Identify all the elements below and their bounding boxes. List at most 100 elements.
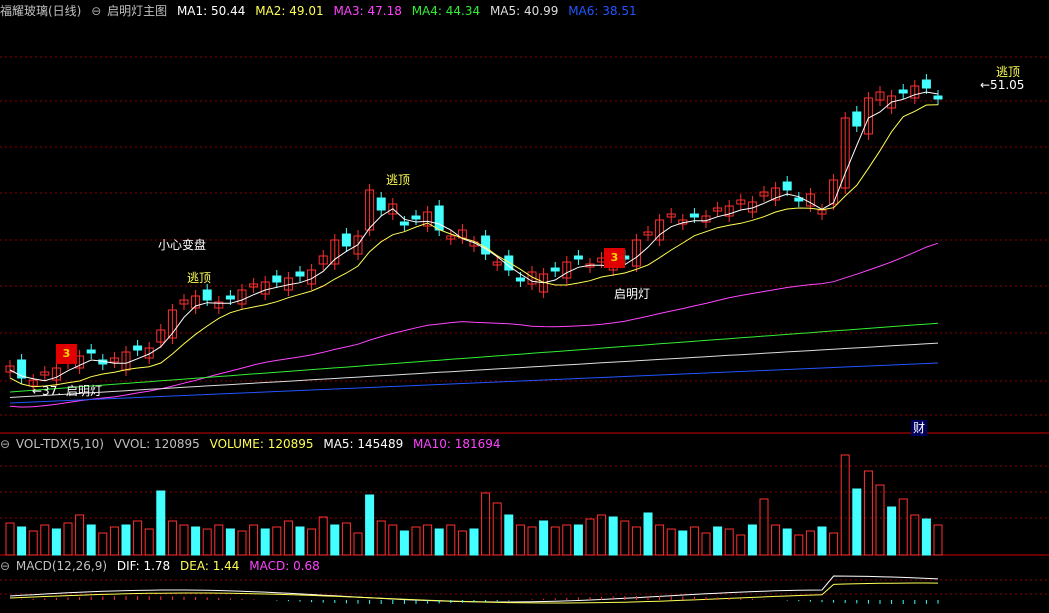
low-lamp-label: 启明灯: [66, 384, 103, 398]
candle-body: [921, 79, 931, 89]
volume-bar: [678, 530, 688, 556]
volume-bar: [446, 524, 456, 556]
volume-bar: [17, 526, 27, 556]
volume-bar: [898, 498, 908, 556]
volume-bar: [852, 488, 862, 556]
volume-bar: [597, 514, 607, 556]
volume-bar: [272, 526, 282, 556]
lamp-signal-icon[interactable]: 3: [56, 344, 77, 364]
candle-body: [376, 197, 386, 211]
volume-bar: [365, 494, 375, 556]
volume-bar: [573, 524, 583, 556]
volume-bar: [875, 484, 885, 556]
volume-bar: [736, 534, 746, 556]
volume-bar: [318, 516, 328, 556]
volume-bar: [933, 524, 943, 556]
volume-bar: [411, 526, 421, 556]
candle-body: [133, 345, 143, 351]
volume-bar: [794, 534, 804, 556]
volume-bar: [620, 520, 630, 556]
volume-bar: [562, 524, 572, 556]
volume-bar: [643, 512, 653, 556]
volume-bar: [341, 522, 351, 556]
volume-bar: [353, 532, 363, 556]
caution-label: 小心变盘: [158, 238, 207, 252]
volume-bar: [910, 514, 920, 556]
volume-bar: [399, 530, 409, 556]
volume-bar: [608, 516, 618, 556]
volume-bar: [237, 530, 247, 556]
candle-body: [933, 95, 943, 100]
low-price-marker: ←37.: [32, 384, 62, 398]
volume-bar: [666, 528, 676, 556]
volume-bar: [434, 528, 444, 556]
candle-body: [295, 271, 305, 277]
volume-bar: [539, 520, 549, 556]
volume-bar: [759, 498, 769, 556]
volume-bar: [515, 524, 525, 556]
candle-body: [515, 277, 525, 282]
candle-body: [399, 221, 409, 226]
candle-body: [689, 213, 699, 218]
candlestick-series[interactable]: [5, 74, 943, 392]
volume-bar: [457, 530, 467, 556]
volume-bar: [863, 470, 873, 556]
volume-bar: [423, 524, 433, 556]
candle-body: [573, 255, 583, 260]
volume-bar: [747, 524, 757, 556]
volume-bar: [156, 490, 166, 556]
candle-body: [411, 215, 421, 220]
volume-bar: [701, 532, 711, 556]
volume-bar: [585, 518, 595, 556]
candle-body: [898, 89, 908, 94]
candle-body: [225, 295, 235, 300]
volume-bar: [655, 524, 665, 556]
volume-bar: [887, 506, 897, 556]
candle-body: [550, 267, 560, 272]
candle-body: [782, 181, 792, 191]
candle-body: [86, 349, 96, 354]
volume-bar: [550, 526, 560, 556]
volume-bar: [330, 524, 340, 556]
volume-bar: [202, 528, 212, 556]
volume-bar: [469, 528, 479, 556]
escape-label-2: 逃顶: [386, 173, 411, 187]
candle-body: [202, 289, 212, 301]
candle-body: [341, 233, 351, 247]
volume-bar: [689, 526, 699, 556]
volume-bar: [260, 528, 270, 556]
candle-body: [272, 275, 282, 283]
volume-bar: [40, 524, 50, 556]
volume-bar: [63, 522, 73, 556]
volume-bar: [28, 530, 38, 556]
macd-series: [9, 575, 939, 604]
volume-bar: [179, 524, 189, 556]
volume-bar: [829, 532, 839, 556]
high-price-marker: ←51.05: [980, 78, 1025, 92]
stock-chart-canvas[interactable]: [0, 0, 1049, 613]
finance-badge[interactable]: 财: [911, 420, 927, 436]
volume-bar: [805, 530, 815, 556]
volume-bar: [5, 522, 15, 556]
volume-bar: [817, 526, 827, 556]
volume-bar: [121, 524, 131, 556]
volume-bar: [481, 492, 491, 556]
volume-bar: [86, 524, 96, 556]
volume-bar: [283, 520, 293, 556]
volume-bar: [144, 528, 154, 556]
volume-bar: [167, 520, 177, 556]
volume-bar: [191, 526, 201, 556]
volume-bar: [249, 524, 259, 556]
volume-bar: [771, 524, 781, 556]
volume-bar: [492, 502, 502, 556]
volume-bar: [307, 528, 317, 556]
volume-bars[interactable]: [5, 454, 943, 556]
volume-bar: [225, 528, 235, 556]
escape-label-1: 逃顶: [187, 271, 212, 285]
lamp-signal-icon[interactable]: 3: [604, 248, 625, 268]
volume-bar: [133, 520, 143, 556]
volume-bar: [98, 532, 108, 556]
volume-bar: [75, 514, 85, 556]
mid-lamp-label: 启明灯: [614, 287, 651, 301]
candle-body: [17, 359, 27, 379]
